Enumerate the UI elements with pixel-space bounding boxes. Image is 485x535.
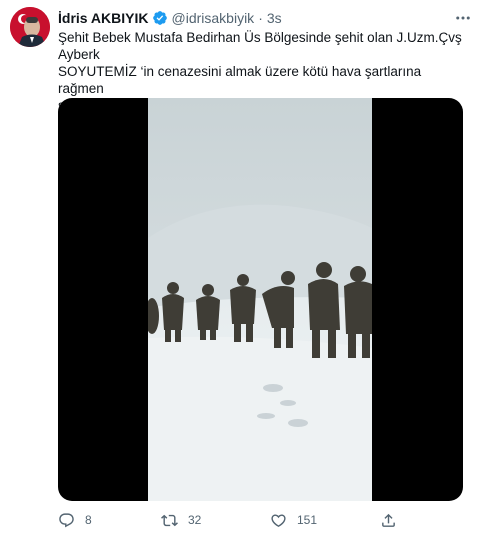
like-button[interactable]: 151	[270, 510, 317, 530]
author-handle[interactable]: @idrisakbiyik	[172, 10, 255, 26]
reply-count: 8	[85, 513, 92, 527]
avatar[interactable]	[10, 7, 50, 47]
reply-icon	[59, 512, 74, 527]
video-frame	[148, 98, 372, 501]
reply-button[interactable]: 8	[58, 510, 92, 530]
more-icon[interactable]	[453, 8, 473, 28]
tweet-header: İdris AKBIYIK @idrisakbiyik · 3s	[58, 8, 477, 28]
retweet-button[interactable]: 32	[161, 510, 201, 530]
share-icon	[382, 513, 395, 527]
separator-dot: ·	[258, 10, 263, 26]
video-player[interactable]	[58, 98, 463, 501]
verified-badge-icon	[152, 10, 168, 26]
tweet: İdris AKBIYIK @idrisakbiyik · 3s Şehit B…	[0, 0, 485, 535]
share-button[interactable]	[380, 510, 397, 530]
like-icon	[271, 513, 286, 527]
retweet-count: 32	[188, 513, 202, 527]
avatar-image	[10, 7, 50, 47]
snow-scene-image	[148, 98, 372, 501]
retweet-icon	[161, 514, 178, 526]
tweet-actions: 8 32 151	[58, 510, 418, 530]
timestamp[interactable]: 3s	[267, 10, 282, 26]
author-name[interactable]: İdris AKBIYIK	[58, 10, 149, 26]
like-count: 151	[297, 513, 318, 527]
